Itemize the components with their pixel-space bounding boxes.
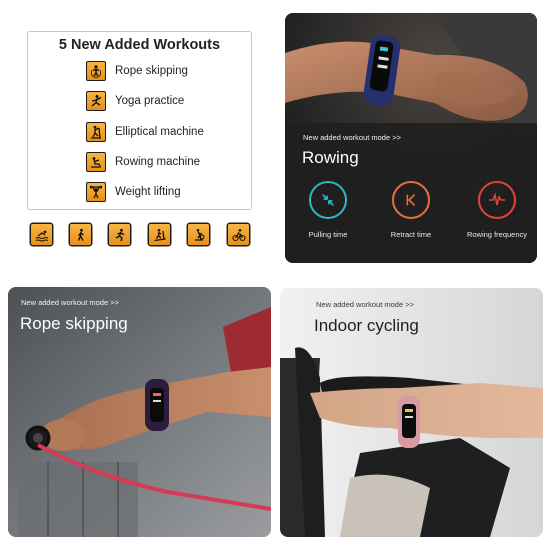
swimming-icon [31, 224, 52, 245]
metric-pulling-time: Pulling time [288, 181, 368, 239]
workout-item-rope-skipping: Rope skipping [86, 60, 188, 82]
pulling-time-icon [309, 181, 347, 219]
workout-item-label: Rowing machine [115, 156, 201, 168]
cycling-icon [228, 224, 249, 245]
new-workouts-card: 5 New Added Workouts Rope skipping Yoga … [27, 31, 252, 210]
cycling-title: Indoor cycling [314, 316, 419, 335]
workout-item-label: Weight lifting [115, 186, 181, 198]
rowing-frequency-icon [478, 181, 516, 219]
retract-time-icon [392, 181, 430, 219]
metric-label: Rowing frequency [466, 230, 528, 239]
sport-icons-row [31, 224, 251, 246]
rowing-subtitle: New added workout mode >> [303, 133, 401, 142]
rope-title: Rope skipping [20, 314, 128, 333]
metric-label: Retract time [390, 230, 432, 239]
indoor-cycling-panel: New added workout mode >> Indoor cycling [280, 288, 543, 537]
running-icon [109, 224, 130, 245]
cycling-subtitle: New added workout mode >> [316, 300, 414, 309]
metric-label: Pulling time [308, 230, 348, 239]
rope-skipping-icon [86, 61, 106, 81]
workouts-card-title: 5 New Added Workouts [58, 37, 221, 53]
workout-item-rowing: Rowing machine [86, 151, 200, 173]
rope-skipping-panel: New added workout mode >> Rope skipping [8, 287, 271, 537]
indoor-cycling-icon [188, 224, 209, 245]
weight-lifting-icon [86, 182, 106, 202]
elliptical-icon [86, 122, 106, 142]
walking-icon [70, 224, 91, 245]
workout-item-label: Rope skipping [115, 65, 188, 77]
rowing-icon [86, 152, 106, 172]
workout-item-yoga: Yoga practice [86, 90, 184, 112]
workout-item-label: Yoga practice [115, 95, 185, 107]
yoga-icon [86, 91, 106, 111]
workout-item-weight-lifting: Weight lifting [86, 181, 181, 203]
rowing-panel: New added workout mode >> Rowing Pulling… [285, 13, 537, 263]
treadmill-icon [149, 224, 170, 245]
rowing-title: Rowing [302, 148, 359, 167]
workout-item-elliptical: Elliptical machine [86, 121, 204, 143]
rope-subtitle: New added workout mode >> [21, 298, 119, 307]
metric-rowing-frequency: Rowing frequency [457, 181, 537, 239]
workout-item-label: Elliptical machine [115, 126, 204, 138]
metric-retract-time: Retract time [371, 181, 451, 239]
